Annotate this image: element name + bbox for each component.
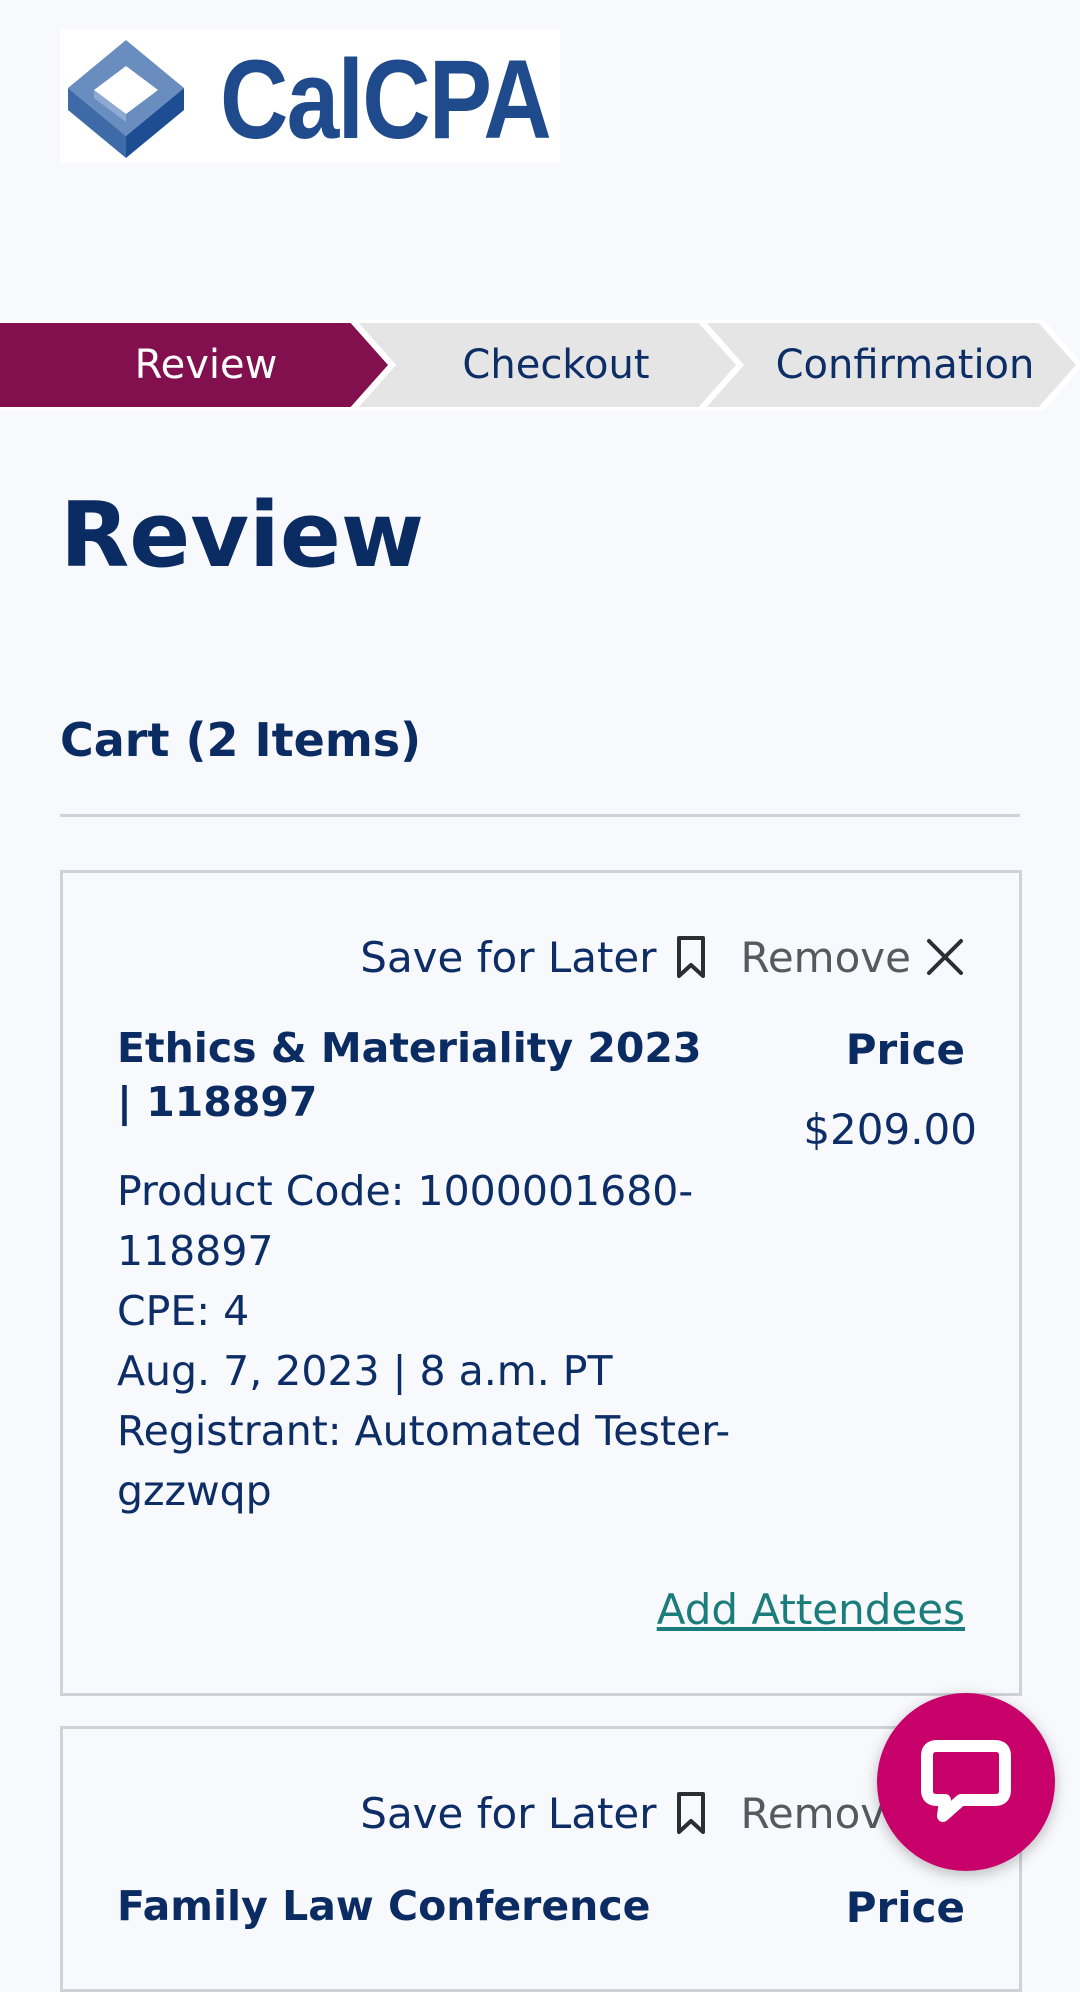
- price-value: $209.00: [803, 1105, 977, 1154]
- divider: [60, 814, 1020, 817]
- save-for-later-label: Save for Later: [360, 932, 657, 982]
- calcpa-cube-logo: CalCPA: [68, 37, 552, 162]
- remove-button[interactable]: Remove: [741, 933, 965, 982]
- bookmark-icon: [676, 936, 705, 978]
- add-attendees-link[interactable]: Add Attendees: [657, 1583, 965, 1637]
- product-title: Family Law Conference: [117, 1882, 651, 1930]
- product-cpe: CPE: 4: [117, 1287, 250, 1335]
- step-checkout: Checkout: [462, 342, 650, 388]
- cart-item: Save for Later Remove Ethics & Materiali…: [60, 870, 1022, 1696]
- item-actions: Save for Later Remove: [360, 1783, 965, 1843]
- save-for-later-label: Save for Later: [360, 1788, 657, 1838]
- product-details: Product Code: 1000001680-118897 CPE: 4 A…: [117, 1161, 737, 1521]
- calcpa-logo[interactable]: CalCPA: [60, 30, 560, 162]
- price-label: Price: [845, 1883, 965, 1932]
- price-label: Price: [845, 1025, 965, 1074]
- product-date: Aug. 7, 2023 | 8 a.m. PT: [117, 1347, 613, 1395]
- cart-heading: Cart (2 Items): [60, 713, 422, 767]
- checkout-progress: Review Checkout Confirmation: [0, 320, 1080, 410]
- step-review: Review: [134, 342, 278, 388]
- save-for-later-button[interactable]: Save for Later: [360, 933, 706, 982]
- save-for-later-button[interactable]: Save for Later: [360, 1789, 706, 1838]
- logo-text: CalCPA: [220, 37, 550, 162]
- chat-bubble-icon: [921, 1740, 1011, 1822]
- step-confirmation: Confirmation: [775, 342, 1035, 388]
- close-icon: [927, 939, 963, 975]
- bookmark-icon: [676, 1792, 705, 1834]
- chat-button[interactable]: [877, 1693, 1055, 1871]
- page-title: Review: [60, 483, 425, 588]
- remove-label: Remove: [740, 932, 911, 982]
- product-title: Ethics & Materiality 2023 | 118897: [117, 1024, 702, 1126]
- product-code: Product Code: 1000001680-118897: [117, 1167, 694, 1275]
- product-registrant: Registrant: Automated Tester-gzzwqp: [117, 1407, 731, 1515]
- item-actions: Save for Later Remove: [360, 927, 965, 987]
